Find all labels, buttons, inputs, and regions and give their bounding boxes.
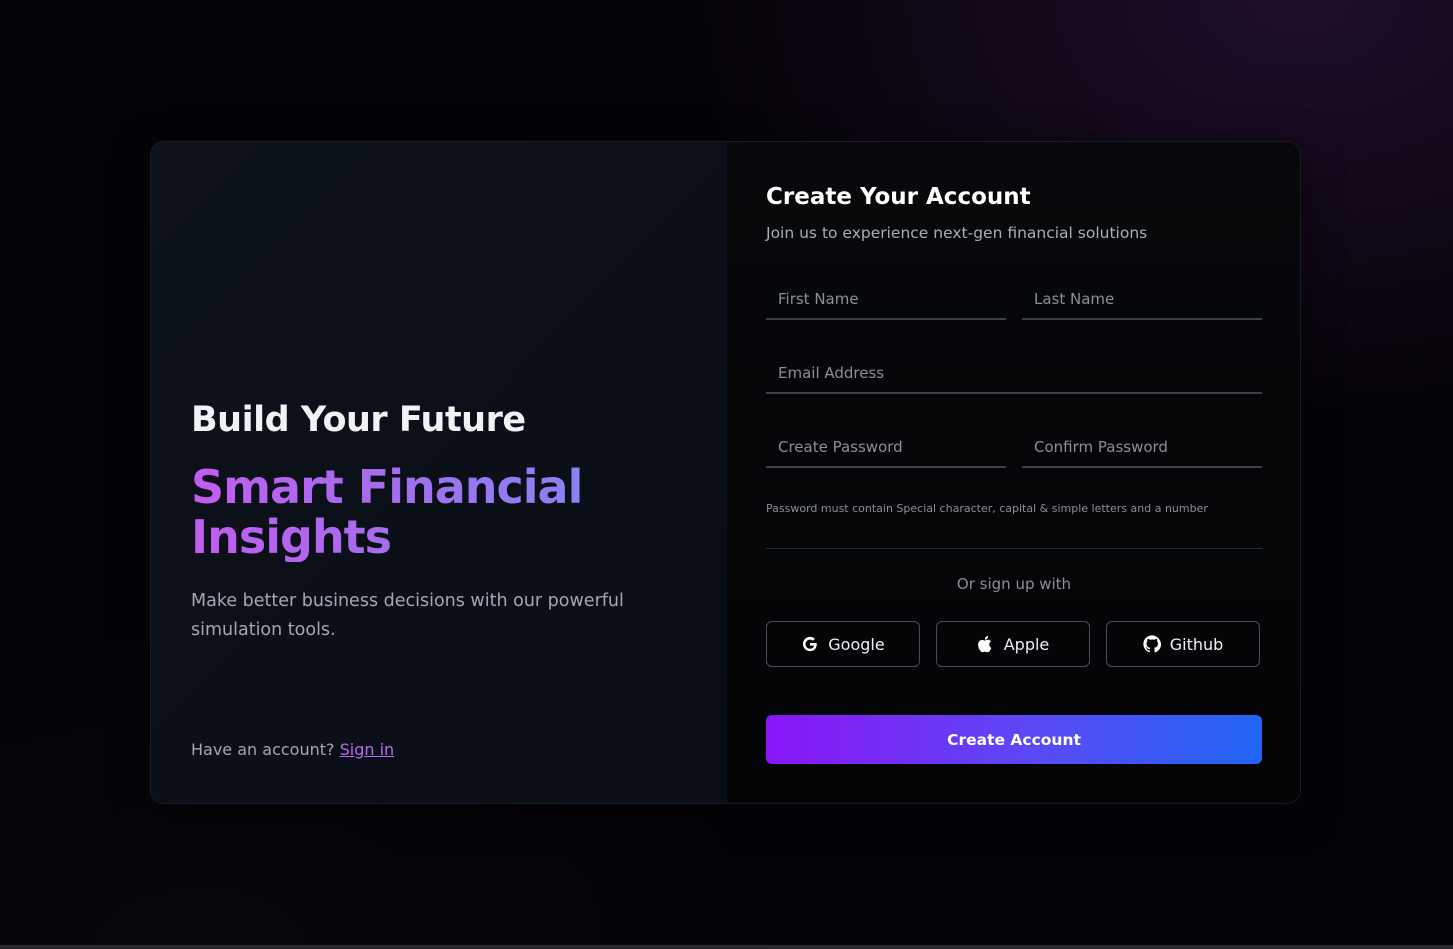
github-icon — [1143, 635, 1161, 653]
create-account-button[interactable]: Create Account — [766, 715, 1262, 764]
password-hint: Password must contain Special character,… — [766, 502, 1208, 515]
form-title: Create Your Account — [766, 184, 1031, 210]
google-button-label: Google — [828, 634, 885, 654]
first-name-field[interactable] — [766, 280, 1006, 320]
signup-form-panel: Create Your Account Join us to experienc… — [727, 142, 1300, 803]
signin-prompt: Have an account? — [191, 740, 335, 759]
hero-headline: Build Your Future — [191, 400, 526, 440]
google-signup-button[interactable]: Google — [766, 621, 920, 667]
form-divider — [766, 548, 1262, 549]
signin-link[interactable]: Sign in — [340, 740, 395, 759]
apple-icon — [977, 634, 995, 654]
hero-panel: Build Your Future Smart Financial Insigh… — [151, 142, 727, 803]
confirm-password-field[interactable] — [1022, 428, 1262, 468]
github-button-label: Github — [1169, 634, 1224, 654]
google-icon — [801, 635, 819, 653]
social-divider-text: Or sign up with — [956, 575, 1072, 593]
github-signup-button[interactable]: Github — [1106, 621, 1260, 667]
page-bottom-divider — [0, 945, 1453, 949]
form-subtitle: Join us to experience next-gen financial… — [766, 224, 1148, 242]
create-password-field[interactable] — [766, 428, 1006, 468]
signin-row: Have an account? Sign in — [191, 740, 394, 759]
last-name-field[interactable] — [1022, 280, 1262, 320]
email-field[interactable] — [766, 354, 1262, 394]
hero-title: Smart Financial Insights — [191, 462, 651, 562]
hero-description: Make better business decisions with our … — [191, 591, 624, 640]
signup-card: Build Your Future Smart Financial Insigh… — [150, 141, 1301, 804]
apple-signup-button[interactable]: Apple — [936, 621, 1090, 667]
apple-button-label: Apple — [1003, 634, 1050, 654]
